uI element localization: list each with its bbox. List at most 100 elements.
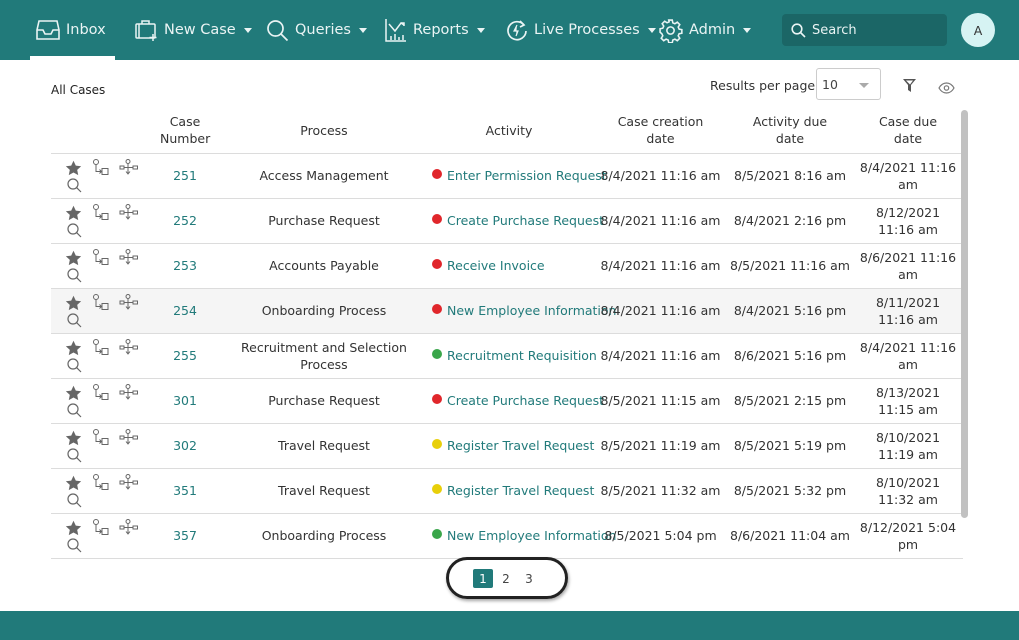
- row-actions: [51, 333, 146, 379]
- star-icon[interactable]: [65, 520, 82, 540]
- search-icon[interactable]: [67, 312, 82, 332]
- col-activity[interactable]: Activity: [424, 108, 594, 154]
- page-3[interactable]: 3: [519, 569, 539, 588]
- case-number-link[interactable]: 254: [173, 303, 197, 318]
- activity-link[interactable]: Register Travel Request: [447, 438, 594, 453]
- process-map-icon[interactable]: [119, 473, 139, 496]
- star-icon[interactable]: [65, 295, 82, 315]
- case-number-cell: 351: [146, 468, 224, 514]
- nav-new-case[interactable]: New Case: [134, 0, 252, 60]
- activity-due-date-cell: 8/5/2021 5:19 pm: [727, 423, 853, 469]
- subprocess-icon[interactable]: [92, 473, 110, 496]
- activity-link[interactable]: Register Travel Request: [447, 483, 594, 498]
- subprocess-icon[interactable]: [92, 203, 110, 226]
- subprocess-icon[interactable]: [92, 293, 110, 316]
- case-number-link[interactable]: 351: [173, 483, 197, 498]
- case-number-link[interactable]: 252: [173, 213, 197, 228]
- page-1[interactable]: 1: [473, 569, 493, 588]
- nav-reports[interactable]: Reports: [385, 0, 485, 60]
- user-avatar[interactable]: A: [961, 13, 995, 47]
- col-process[interactable]: Process: [224, 108, 424, 154]
- star-icon[interactable]: [65, 475, 82, 495]
- search-icon[interactable]: [67, 402, 82, 422]
- subprocess-icon[interactable]: [92, 428, 110, 451]
- process-map-icon[interactable]: [119, 293, 139, 316]
- star-icon[interactable]: [65, 160, 82, 180]
- chevron-down-icon: [859, 83, 869, 88]
- process-map-icon[interactable]: [119, 248, 139, 271]
- nav-live-processes[interactable]: Live Processes: [505, 0, 656, 60]
- case-creation-date-cell: 8/5/2021 11:32 am: [594, 468, 727, 514]
- search-input[interactable]: [812, 22, 942, 38]
- subprocess-icon[interactable]: [92, 518, 110, 541]
- case-number-link[interactable]: 357: [173, 528, 197, 543]
- search-icon[interactable]: [67, 447, 82, 467]
- row-actions: [51, 288, 146, 334]
- table-scrollbar[interactable]: [961, 110, 968, 518]
- table-row[interactable]: 252 Purchase Request Create Purchase Req…: [51, 198, 963, 244]
- results-per-page-select[interactable]: 10: [816, 68, 881, 100]
- table-row[interactable]: 302 Travel Request Register Travel Reque…: [51, 423, 963, 469]
- search-icon[interactable]: [67, 177, 82, 197]
- column-visibility-button[interactable]: [938, 79, 955, 98]
- table-row[interactable]: 357 Onboarding Process New Employee Info…: [51, 513, 963, 559]
- process-cell: Onboarding Process: [224, 288, 424, 334]
- case-due-date-cell: 8/13/2021 11:15 am: [853, 378, 963, 424]
- process-map-icon[interactable]: [119, 428, 139, 451]
- activity-link[interactable]: Recruitment Requisition: [447, 348, 597, 363]
- filter-button[interactable]: [902, 78, 917, 97]
- process-map-icon[interactable]: [119, 338, 139, 361]
- star-icon[interactable]: [65, 430, 82, 450]
- case-number-cell: 357: [146, 513, 224, 559]
- search-icon[interactable]: [67, 537, 82, 557]
- table-row[interactable]: 351 Travel Request Register Travel Reque…: [51, 468, 963, 514]
- process-map-icon[interactable]: [119, 158, 139, 181]
- case-number-link[interactable]: 251: [173, 168, 197, 183]
- col-case-creation-date[interactable]: Case creation date: [594, 108, 727, 154]
- col-activity-due-date[interactable]: Activity due date: [727, 108, 853, 154]
- star-icon[interactable]: [65, 250, 82, 270]
- table-row[interactable]: 301 Purchase Request Create Purchase Req…: [51, 378, 963, 424]
- case-number-link[interactable]: 255: [173, 348, 197, 363]
- star-icon[interactable]: [65, 205, 82, 225]
- search-icon[interactable]: [67, 357, 82, 377]
- case-creation-date-cell: 8/5/2021 11:15 am: [594, 378, 727, 424]
- col-case-due-date[interactable]: Case due date: [853, 108, 963, 154]
- subprocess-icon[interactable]: [92, 248, 110, 271]
- subprocess-icon[interactable]: [92, 338, 110, 361]
- activity-link[interactable]: New Employee Information: [447, 303, 616, 318]
- activity-link[interactable]: Create Purchase Request: [447, 213, 604, 228]
- nav-active-indicator: [30, 56, 115, 60]
- global-search[interactable]: [782, 14, 947, 46]
- nav-inbox[interactable]: Inbox: [36, 0, 106, 60]
- case-number-link[interactable]: 301: [173, 393, 197, 408]
- process-map-icon[interactable]: [119, 518, 139, 541]
- nav-queries[interactable]: Queries: [266, 0, 367, 60]
- nav-admin[interactable]: Admin: [658, 0, 752, 60]
- table-row[interactable]: 254 Onboarding Process New Employee Info…: [51, 288, 963, 334]
- case-number-cell: 301: [146, 378, 224, 424]
- col-case-number[interactable]: Case Number: [146, 108, 224, 154]
- star-icon[interactable]: [65, 340, 82, 360]
- activity-link[interactable]: New Employee Information: [447, 528, 616, 543]
- table-row[interactable]: 251 Access Management Enter Permission R…: [51, 153, 963, 199]
- table-header-row: Case Number Process Activity Case creati…: [51, 108, 963, 154]
- page-2[interactable]: 2: [496, 569, 516, 588]
- case-number-cell: 252: [146, 198, 224, 244]
- subprocess-icon[interactable]: [92, 158, 110, 181]
- star-icon[interactable]: [65, 385, 82, 405]
- process-map-icon[interactable]: [119, 203, 139, 226]
- activity-link[interactable]: Create Purchase Request: [447, 393, 604, 408]
- activity-link[interactable]: Receive Invoice: [447, 258, 545, 273]
- table-row[interactable]: 253 Accounts Payable Receive Invoice 8/4…: [51, 243, 963, 289]
- case-number-link[interactable]: 302: [173, 438, 197, 453]
- row-actions: [51, 513, 146, 559]
- process-map-icon[interactable]: [119, 383, 139, 406]
- case-number-link[interactable]: 253: [173, 258, 197, 273]
- activity-link[interactable]: Enter Permission Request: [447, 168, 607, 183]
- search-icon[interactable]: [67, 492, 82, 512]
- table-row[interactable]: 255 Recruitment and Selection Process Re…: [51, 333, 963, 379]
- subprocess-icon[interactable]: [92, 383, 110, 406]
- search-icon[interactable]: [67, 267, 82, 287]
- search-icon[interactable]: [67, 222, 82, 242]
